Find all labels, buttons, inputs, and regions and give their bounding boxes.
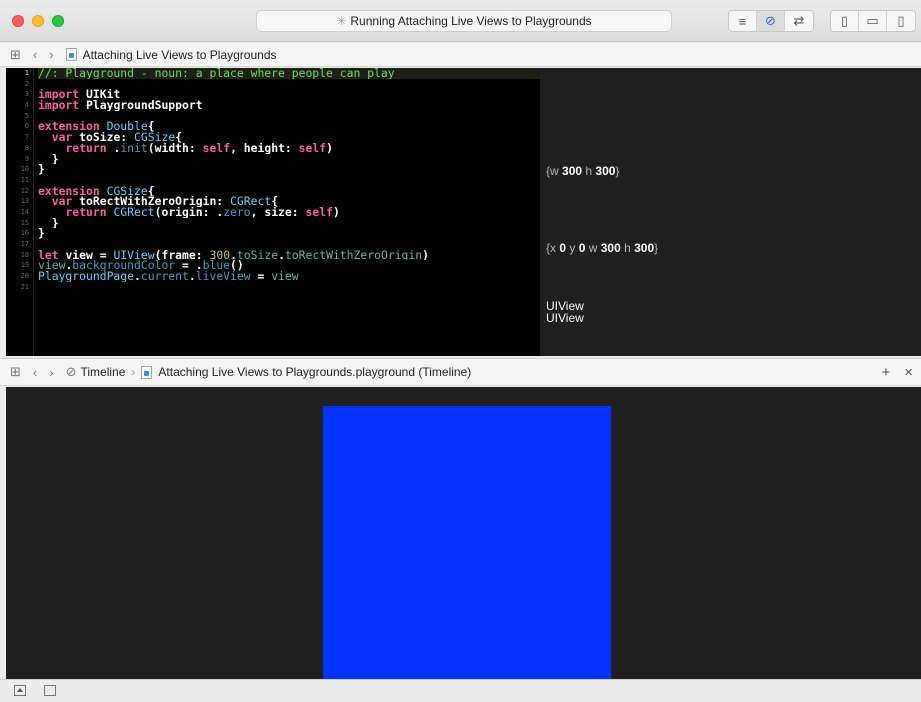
window-titlebar: ✳ Running Attaching Live Views to Playgr…: [0, 0, 921, 42]
code-line[interactable]: [38, 239, 540, 250]
add-assistant-icon[interactable]: +: [881, 364, 890, 381]
timeline-actions: + ×: [881, 364, 913, 381]
source-editor[interactable]: 1 2 3 4 5 6 7 8 9 10 11 12 13 14 15 16 17 18 19 20 21 //: Pl…: [6, 68, 540, 356]
code-line[interactable]: [38, 282, 540, 293]
code-line[interactable]: return CGRect(origin: .zero, size: self): [38, 207, 540, 218]
code-line[interactable]: import UIKit: [38, 89, 540, 100]
activity-viewer: ✳ Running Attaching Live Views to Playgr…: [256, 10, 672, 32]
timeline-jumpbar: ⊞ ‹ › ⊘ Timeline › Attaching Live Views …: [0, 358, 921, 386]
toggle-navigator-button[interactable]: ▯: [831, 11, 859, 31]
jumpbar-filename[interactable]: Attaching Live Views to Playgrounds: [83, 48, 277, 62]
code-line[interactable]: }: [38, 228, 540, 239]
standard-editor-button[interactable]: ≡: [729, 11, 757, 31]
result-value[interactable]: {x 0 y 0 w 300 h 300}: [546, 241, 658, 255]
code-line[interactable]: let view = UIView(frame: 300.toSize.toRe…: [38, 250, 540, 261]
line-number: 18: [20, 250, 29, 259]
playground-file-icon: [141, 365, 153, 379]
show-debug-area-button[interactable]: [14, 685, 26, 696]
back-chevron-icon[interactable]: ‹: [33, 365, 37, 380]
code-line[interactable]: [38, 79, 540, 90]
results-sidebar: {w 300 h 300} {x 0 y 0 w 300 h 300} UIVi…: [540, 68, 921, 356]
right-panel-icon: ▯: [897, 13, 905, 28]
code-line[interactable]: extension Double{: [38, 121, 540, 132]
code-line[interactable]: }: [38, 164, 540, 175]
forward-chevron-icon[interactable]: ›: [49, 365, 53, 380]
breadcrumb-separator-icon: ›: [131, 365, 136, 379]
assistant-editor-button[interactable]: ⊘: [757, 11, 785, 31]
code-line[interactable]: PlaygroundPage.current.liveView = view: [38, 271, 540, 282]
back-chevron-icon[interactable]: ‹: [33, 47, 37, 62]
bottom-panel-icon: ▭: [866, 13, 879, 28]
code-line[interactable]: extension CGSize{: [38, 186, 540, 197]
forward-chevron-icon[interactable]: ›: [49, 47, 53, 62]
line-number: 13: [20, 197, 29, 206]
line-number: 7: [24, 133, 29, 142]
editor-jumpbar: ⊞ ‹ › Attaching Live Views to Playground…: [0, 43, 921, 67]
stop-button[interactable]: [44, 685, 56, 696]
line-number: 11: [20, 175, 29, 184]
toggle-inspector-button[interactable]: ▯: [887, 11, 915, 31]
line-number: 2: [24, 79, 29, 88]
close-assistant-icon[interactable]: ×: [904, 364, 913, 381]
line-number: 19: [20, 261, 29, 270]
line-number: 8: [24, 143, 29, 152]
activity-text: Running Attaching Live Views to Playgrou…: [350, 14, 592, 28]
code-line[interactable]: import PlaygroundSupport: [38, 100, 540, 111]
line-number: 21: [20, 282, 29, 291]
result-value[interactable]: UIView: [546, 311, 584, 325]
arrows-icon: ⇄: [793, 13, 805, 28]
line-number: 14: [20, 207, 29, 216]
line-number: 15: [20, 218, 29, 227]
spinner-icon: ✳: [336, 14, 347, 28]
panel-toggle-group: ▯ ▭ ▯: [830, 10, 916, 32]
lines-icon: ≡: [738, 13, 747, 29]
line-number: 3: [24, 90, 29, 99]
line-number: 4: [24, 101, 29, 110]
related-items-icon[interactable]: ⊞: [10, 47, 21, 63]
code-line[interactable]: //: Playground - noun: a place where peo…: [38, 68, 540, 79]
timeline-label[interactable]: Timeline: [81, 365, 126, 379]
live-view-area: [6, 387, 921, 679]
code-line[interactable]: var toSize: CGSize{: [38, 132, 540, 143]
line-number: 12: [20, 186, 29, 195]
toggle-debug-area-button[interactable]: ▭: [859, 11, 887, 31]
venn-icon: ⊘: [65, 364, 77, 379]
line-number-gutter: 1 2 3 4 5 6 7 8 9 10 11 12 13 14 15 16 17 18 19 20 21: [6, 68, 34, 356]
line-number: 17: [20, 240, 29, 248]
close-window-button[interactable]: [12, 15, 24, 27]
venn-icon: ⊘: [765, 13, 776, 28]
related-items-icon[interactable]: ⊞: [10, 364, 21, 380]
code-line[interactable]: }: [38, 154, 540, 165]
line-number: 16: [20, 229, 29, 238]
code-line[interactable]: var toRectWithZeroOrigin: CGRect{: [38, 196, 540, 207]
code-line[interactable]: view.backgroundColor = .blue(): [38, 260, 540, 271]
line-number: 1: [24, 69, 29, 77]
line-number: 6: [24, 122, 29, 131]
live-view-uiview[interactable]: [323, 406, 611, 679]
version-editor-button[interactable]: ⇄: [785, 11, 813, 31]
zoom-window-button[interactable]: [52, 15, 64, 27]
line-number: 5: [24, 111, 29, 120]
minimize-window-button[interactable]: [32, 15, 44, 27]
timeline-filename[interactable]: Attaching Live Views to Playgrounds.play…: [158, 365, 471, 379]
code-line[interactable]: [38, 111, 540, 122]
editor-mode-group: ≡ ⊘ ⇄: [728, 10, 814, 32]
debug-bar: [0, 679, 921, 702]
playground-file-icon: [65, 48, 77, 61]
code-line[interactable]: }: [38, 218, 540, 229]
code-line[interactable]: return .init(width: self, height: self): [38, 143, 540, 154]
line-number: 9: [24, 154, 29, 163]
line-number: 20: [20, 272, 29, 281]
code-area[interactable]: //: Playground - noun: a place where peo…: [38, 68, 540, 292]
code-line[interactable]: [38, 175, 540, 186]
result-value[interactable]: {w 300 h 300}: [546, 164, 619, 178]
line-number: 10: [20, 165, 29, 174]
left-panel-icon: ▯: [840, 13, 849, 28]
